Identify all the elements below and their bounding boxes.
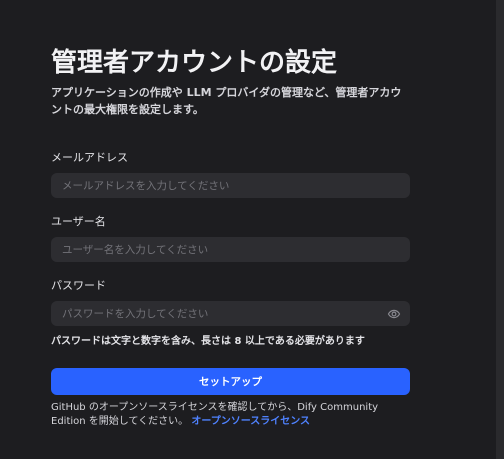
page-subtitle: アプリケーションの作成や LLM プロバイダの管理など、管理者アカウントの最大権… (51, 86, 402, 116)
open-source-license-link[interactable]: オープンソースライセンス (191, 416, 310, 427)
page-title: 管理者アカウントの設定 (51, 48, 338, 78)
right-edge-strip (496, 0, 504, 459)
password-field-group: パスワード パスワードは文字と数字を含み、長さは 8 以上である必要があります (51, 278, 410, 349)
username-field-group: ユーザー名 (51, 214, 410, 262)
setup-button[interactable]: セットアップ (51, 368, 410, 395)
username-input[interactable] (51, 237, 410, 262)
password-hint: パスワードは文字と数字を含み、長さは 8 以上である必要があります (51, 336, 365, 347)
email-input[interactable] (51, 173, 410, 198)
username-label: ユーザー名 (51, 215, 106, 228)
username-input-wrapper (51, 237, 410, 262)
password-input[interactable] (51, 301, 410, 326)
password-label: パスワード (51, 279, 106, 292)
email-input-wrapper (51, 173, 410, 198)
license-notice: GitHub のオープンソースライセンスを確認してから、Dify Communi… (51, 401, 410, 429)
eye-icon[interactable] (387, 307, 401, 321)
email-label: メールアドレス (51, 151, 128, 164)
password-input-wrapper (51, 301, 410, 326)
admin-setup-form: 管理者アカウントの設定 アプリケーションの作成や LLM プロバイダの管理など、… (51, 46, 410, 429)
setup-page: 管理者アカウントの設定 アプリケーションの作成や LLM プロバイダの管理など、… (0, 0, 504, 459)
email-field-group: メールアドレス (51, 150, 410, 198)
